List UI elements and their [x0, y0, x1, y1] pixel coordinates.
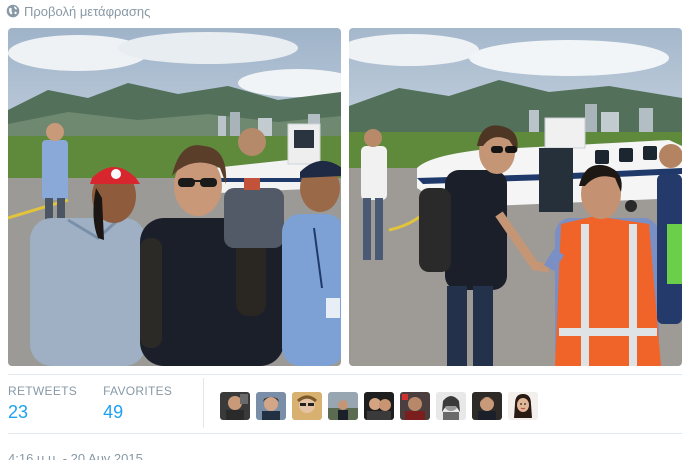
divider-bottom: [8, 433, 682, 434]
retweets-stat[interactable]: RETWEETS 23: [8, 384, 103, 426]
tweet-photo-grid: [8, 28, 682, 366]
favorites-stat[interactable]: FAVORITES 49: [103, 384, 198, 426]
avatar[interactable]: [508, 392, 538, 420]
retweets-count: 23: [8, 402, 29, 422]
photo-right[interactable]: [349, 28, 682, 366]
favorites-count: 49: [103, 402, 124, 422]
retweets-label: RETWEETS: [8, 384, 78, 398]
avatar[interactable]: [220, 392, 250, 420]
avatar[interactable]: [328, 392, 358, 420]
avatar[interactable]: [400, 392, 430, 420]
divider-top: [8, 374, 682, 375]
tweet-stats: RETWEETS 23 FAVORITES 49: [8, 384, 198, 426]
photo-left[interactable]: [8, 28, 341, 366]
favorites-label: FAVORITES: [103, 384, 173, 398]
globe-icon: [6, 4, 20, 18]
avatar[interactable]: [472, 392, 502, 420]
favorited-by-avatars: [220, 392, 538, 420]
avatar[interactable]: [364, 392, 394, 420]
avatar[interactable]: [292, 392, 322, 420]
stats-separator: [203, 378, 204, 428]
avatar[interactable]: [436, 392, 466, 420]
avatar[interactable]: [256, 392, 286, 420]
view-translation-link[interactable]: Προβολή μετάφρασης: [6, 2, 150, 20]
view-translation-label: Προβολή μετάφρασης: [24, 3, 151, 19]
tweet-timestamp[interactable]: 4:16 μ.μ. - 20 Αυγ 2015: [8, 451, 143, 460]
